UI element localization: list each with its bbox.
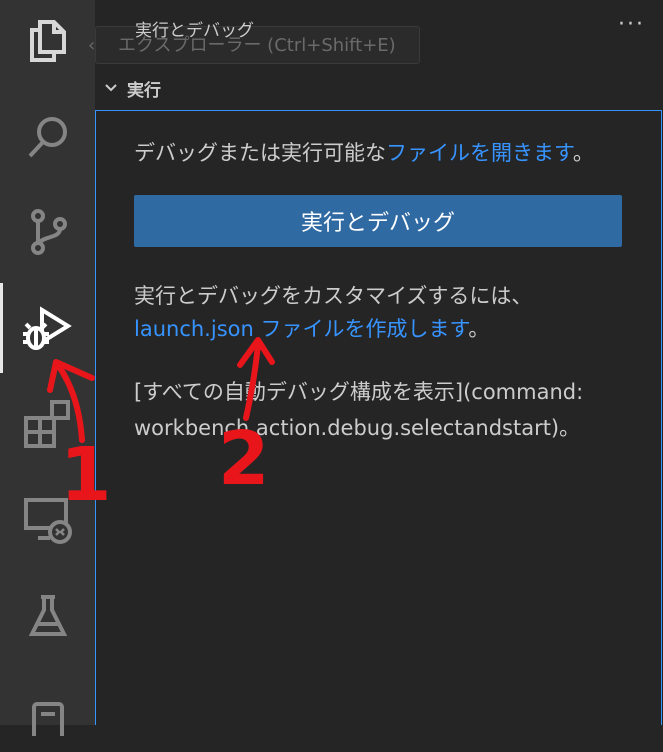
- sidebar: ‹ エクスプローラー (Ctrl+Shift+E) 実行とデバッグ ··· 実行…: [88, 0, 663, 725]
- source-control-icon[interactable]: [0, 192, 95, 272]
- search-icon[interactable]: [0, 96, 95, 176]
- launch-end: 。: [468, 317, 490, 341]
- activity-bar: [0, 0, 95, 736]
- remote-explorer-icon[interactable]: [0, 480, 95, 560]
- extensions-icon[interactable]: [0, 384, 95, 464]
- chevron-down-icon: [105, 84, 117, 92]
- run-debug-icon[interactable]: [0, 288, 95, 368]
- section-title: 実行: [127, 80, 161, 101]
- explorer-icon[interactable]: [0, 0, 95, 80]
- launch-paragraph: launch.json ファイルを作成します。: [134, 314, 489, 344]
- open-file-link[interactable]: ファイルを開きます: [386, 141, 573, 165]
- welcome-view: デバッグまたは実行可能なファイルを開きます。 実行とデバッグ 実行とデバッグをカ…: [95, 110, 662, 725]
- section-header-run[interactable]: 実行: [103, 75, 161, 101]
- intro-text: デバッグまたは実行可能な: [134, 141, 386, 165]
- intro-paragraph: デバッグまたは実行可能なファイルを開きます。: [134, 138, 594, 168]
- more-actions-button[interactable]: ···: [618, 12, 645, 37]
- intro-end: 。: [572, 141, 594, 165]
- create-launch-json-link[interactable]: launch.json ファイルを作成します: [134, 317, 468, 341]
- sidebar-title: 実行とデバッグ: [135, 21, 254, 41]
- run-and-debug-button[interactable]: 実行とデバッグ: [134, 195, 622, 247]
- device-icon[interactable]: [0, 672, 95, 752]
- show-all-line1: [すべての自動デバッグ構成を表示](command:: [134, 380, 584, 404]
- chevron-left-icon: ‹: [88, 35, 96, 56]
- testing-icon[interactable]: [0, 576, 95, 656]
- show-all-line2: workbench.action.debug.selectandstart)。: [134, 416, 581, 440]
- customize-text: 実行とデバッグをカスタマイズするには、: [134, 284, 533, 308]
